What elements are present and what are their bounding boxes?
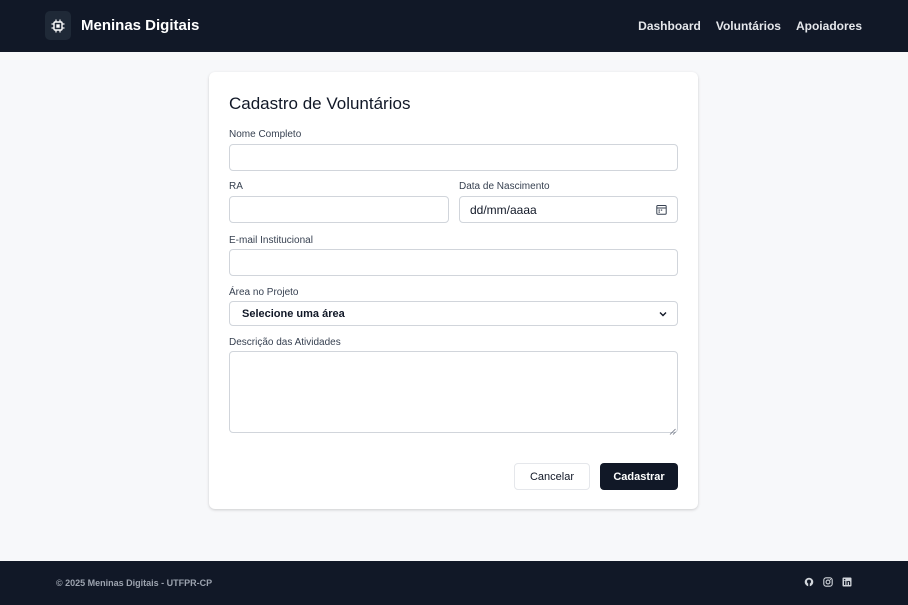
nav-link-dashboard[interactable]: Dashboard bbox=[638, 19, 701, 33]
cancel-button[interactable]: Cancelar bbox=[514, 463, 590, 490]
instagram-icon[interactable] bbox=[823, 577, 833, 587]
full-name-input[interactable] bbox=[229, 144, 678, 171]
social-links bbox=[804, 577, 852, 587]
nav-link-voluntarios[interactable]: Voluntários bbox=[716, 19, 781, 33]
volunteer-form-card: Cadastro de Voluntários Nome Completo RA… bbox=[209, 72, 698, 509]
birth-date-label: Data de Nascimento bbox=[459, 181, 550, 192]
ra-label: RA bbox=[229, 181, 243, 192]
brand-name[interactable]: Meninas Digitais bbox=[81, 17, 199, 34]
nav-link-apoiadores[interactable]: Apoiadores bbox=[796, 19, 862, 33]
chevron-down-icon bbox=[659, 311, 667, 317]
page-footer: © 2025 Meninas Digitais - UTFPR-CP bbox=[0, 561, 908, 605]
description-textarea[interactable] bbox=[229, 351, 678, 435]
full-name-label: Nome Completo bbox=[229, 129, 302, 140]
top-navbar: Meninas Digitais Dashboard Voluntários A… bbox=[0, 0, 908, 52]
birth-date-placeholder: dd/mm/aaaa bbox=[470, 202, 537, 217]
birth-date-input[interactable]: dd/mm/aaaa bbox=[459, 196, 678, 223]
description-label: Descrição das Atividades bbox=[229, 337, 341, 348]
form-title: Cadastro de Voluntários bbox=[229, 94, 411, 113]
area-selected-value: Selecione uma área bbox=[242, 307, 345, 320]
cpu-chip-icon[interactable] bbox=[45, 11, 71, 40]
resize-grip-icon[interactable] bbox=[669, 424, 676, 435]
ra-input[interactable] bbox=[229, 196, 449, 223]
linkedin-icon[interactable] bbox=[842, 577, 852, 587]
area-label: Área no Projeto bbox=[229, 287, 299, 298]
github-icon[interactable] bbox=[804, 577, 814, 587]
submit-button[interactable]: Cadastrar bbox=[600, 463, 678, 490]
nav-links: Dashboard Voluntários Apoiadores bbox=[638, 19, 862, 33]
calendar-icon[interactable] bbox=[656, 204, 667, 215]
email-input[interactable] bbox=[229, 249, 678, 276]
area-select[interactable]: Selecione uma área bbox=[229, 301, 678, 326]
email-label: E-mail Institucional bbox=[229, 235, 313, 246]
copyright-text: © 2025 Meninas Digitais - UTFPR-CP bbox=[56, 578, 213, 588]
